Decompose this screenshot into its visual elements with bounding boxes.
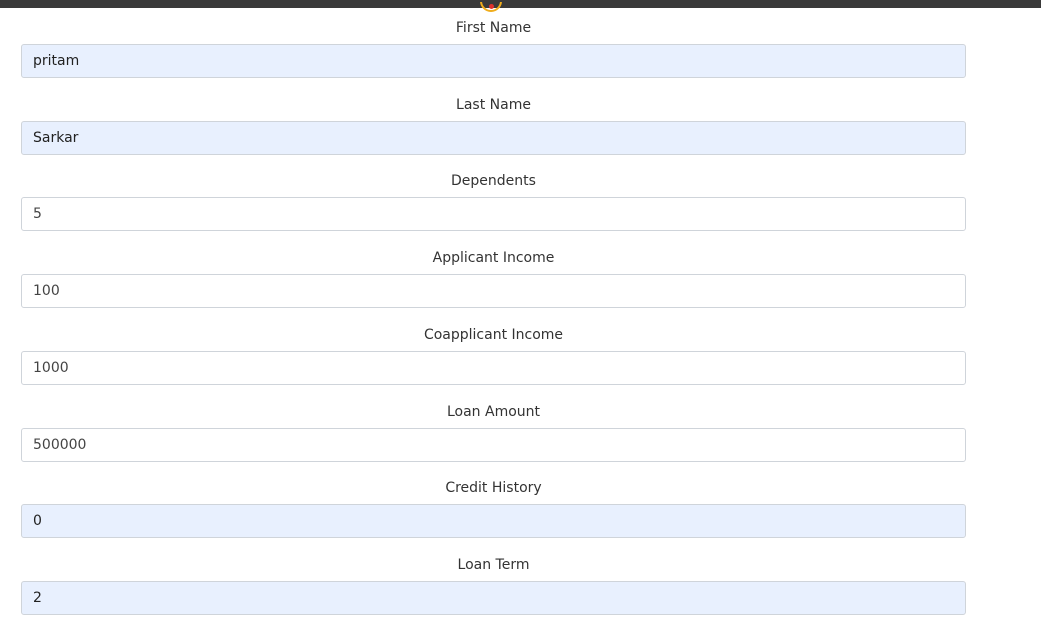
loan-term-input[interactable] xyxy=(21,581,966,615)
loan-amount-label: Loan Amount xyxy=(446,404,541,420)
last-name-label: Last Name xyxy=(456,97,531,113)
credit-history-input[interactable] xyxy=(21,504,966,538)
dependents-label: Dependents xyxy=(451,173,536,189)
applicant-income-input[interactable] xyxy=(21,274,966,308)
first-name-label: First Name xyxy=(455,20,532,36)
credit-history-label: Credit History xyxy=(445,480,542,496)
coapplicant-income-label: Coapplicant Income xyxy=(423,327,564,343)
first-name-input[interactable] xyxy=(21,44,966,78)
loan-term-label: Loan Term xyxy=(457,557,530,573)
browser-top-bar xyxy=(0,0,1041,8)
last-name-input[interactable] xyxy=(21,121,966,155)
loan-amount-input[interactable] xyxy=(21,428,966,462)
dependents-input[interactable] xyxy=(21,197,966,231)
coapplicant-income-input[interactable] xyxy=(21,351,966,385)
applicant-income-label: Applicant Income xyxy=(432,250,555,266)
logo-icon xyxy=(480,2,506,16)
